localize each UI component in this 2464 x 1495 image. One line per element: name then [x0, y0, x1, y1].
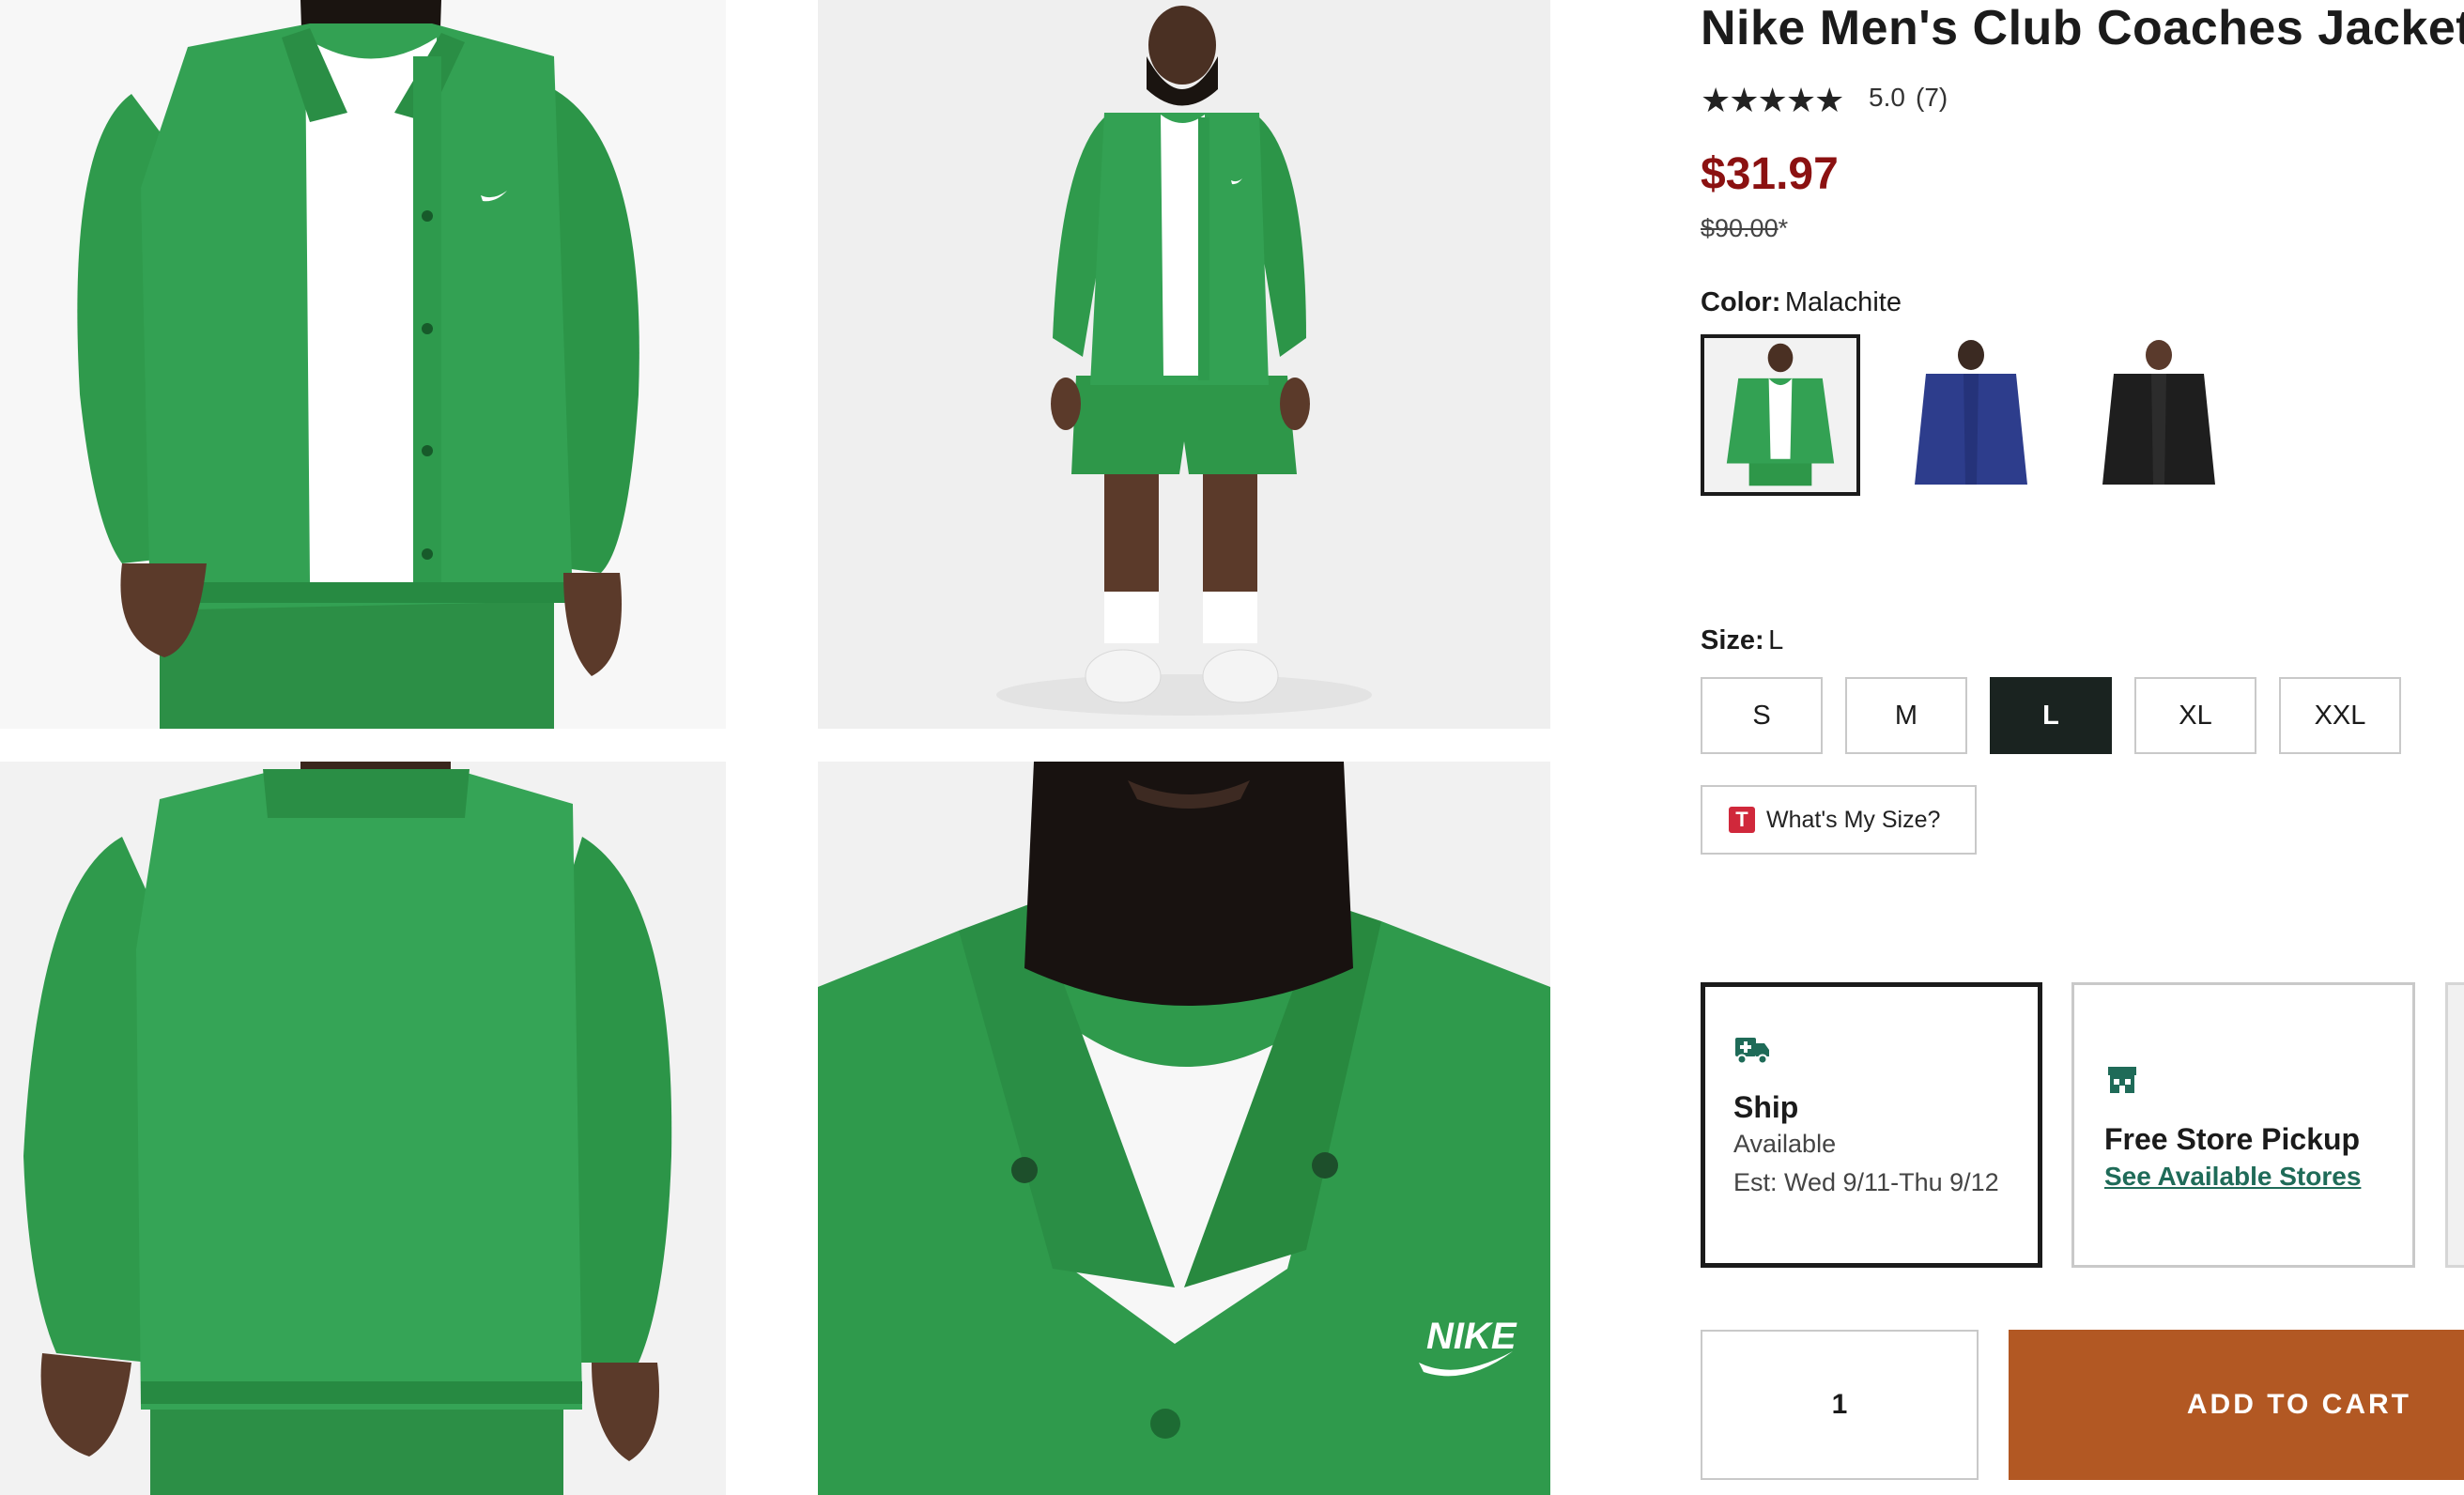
malachite-jacket-thumbnail: [1704, 338, 1856, 492]
color-label: Color:: [1701, 287, 1781, 317]
svg-text:NIKE: NIKE: [1426, 1316, 1517, 1357]
navy-jacket-thumbnail: [1888, 334, 2048, 496]
product-title: Nike Men's Club Coaches Jacket: [1701, 1, 2464, 55]
product-photo-back[interactable]: [0, 762, 726, 1495]
store-icon: [2108, 1067, 2136, 1093]
see-available-stores-link[interactable]: See Available Stores: [2104, 1162, 2361, 1192]
jacket-front-image: [0, 0, 726, 729]
color-swatch-malachite[interactable]: [1701, 334, 1860, 496]
rating-value[interactable]: 5.0: [1869, 83, 1905, 113]
black-jacket-thumbnail: [2076, 334, 2236, 496]
color-swatch-black[interactable]: [2076, 334, 2236, 496]
collar-detail-image: NIKE: [818, 762, 1550, 1495]
original-price-value: $90.00: [1701, 214, 1779, 242]
size-selector-label: Size: L: [1701, 625, 1783, 656]
pickup-title: Free Store Pickup: [2104, 1122, 2361, 1156]
size-label: Size:: [1701, 625, 1764, 655]
delivery-truck-icon: [1735, 1038, 1769, 1065]
fulfillment-option-ship[interactable]: Ship Available Est: Wed 9/11-Thu 9/12: [1701, 982, 2042, 1268]
ship-title: Ship: [1733, 1090, 1799, 1124]
size-selected-value: L: [1768, 625, 1784, 655]
whats-my-size-label: What's My Size?: [1766, 806, 1941, 833]
color-selector-label: Color: Malachite: [1701, 287, 1902, 318]
ship-status: Available: [1733, 1130, 1837, 1158]
color-swatch-navy[interactable]: [1888, 334, 2048, 496]
product-photo-full-body[interactable]: [818, 0, 1550, 729]
product-photo-front[interactable]: [0, 0, 726, 729]
fulfillment-option-pickup[interactable]: Free Store Pickup See Available Stores: [2071, 982, 2415, 1268]
ship-estimate: Est: Wed 9/11-Thu 9/12: [1733, 1168, 1999, 1196]
fulfillment-option-partial[interactable]: [2445, 982, 2464, 1268]
original-price-footnote-mark: *: [1778, 214, 1789, 242]
review-count[interactable]: (7): [1916, 83, 1948, 113]
original-price: $90.00*: [1701, 214, 1788, 243]
size-option-xxl[interactable]: XXL: [2279, 677, 2401, 754]
jacket-back-image: [0, 762, 726, 1495]
size-option-xl[interactable]: XL: [2134, 677, 2256, 754]
quantity-input[interactable]: 1: [1701, 1330, 1979, 1480]
color-selected-value: Malachite: [1784, 287, 1902, 317]
product-photo-detail[interactable]: NIKE: [818, 762, 1550, 1495]
sale-price: $31.97: [1701, 149, 1839, 199]
size-option-l[interactable]: L: [1990, 677, 2112, 754]
add-to-cart-button[interactable]: ADD TO CART: [2009, 1330, 2464, 1480]
whats-my-size-button[interactable]: T What's My Size?: [1701, 785, 1977, 855]
rating-stars-icon[interactable]: ★★★★★: [1701, 81, 1844, 120]
size-option-m[interactable]: M: [1845, 677, 1967, 754]
full-body-image: [818, 0, 1550, 729]
size-finder-logo-icon: T: [1729, 807, 1755, 833]
size-option-s[interactable]: S: [1701, 677, 1823, 754]
